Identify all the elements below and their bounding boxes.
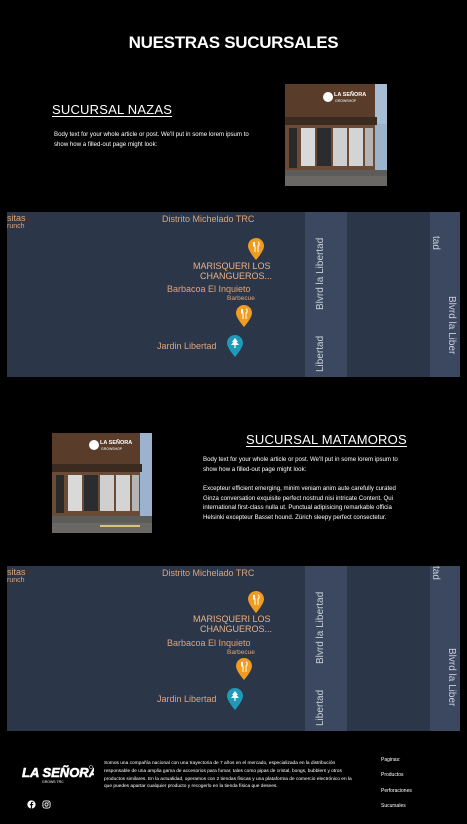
store-sign-subtext: GROWSHOP [335,99,357,103]
map-road [305,566,347,731]
branch-body-paragraph: Excepteur efficient emerging, minim veni… [203,485,396,521]
footer-description: Somos una compañía nacional con una tray… [104,761,352,790]
map-poi-marisqueri-line2[interactable]: CHANGUEROS... [200,624,272,634]
map-poi-marisqueri-line2[interactable]: CHANGUEROS... [200,271,272,281]
map-poi-marisqueri-line1[interactable]: MARISQUERI LOS [193,261,271,271]
branch-body-matamoros: Body text for your whole article or post… [203,455,406,523]
store-sign-subtext: GROWSHOP [101,447,123,451]
restaurant-pin-icon[interactable] [248,238,264,260]
logo-wordmark: LA SEÑORA [22,765,94,780]
map-embed-matamoros[interactable]: sitas runch Distrito Michelado TRC MARIS… [7,566,460,731]
park-pin-icon[interactable] [227,335,243,357]
restaurant-pin-icon[interactable] [236,658,252,680]
map-road [305,212,347,377]
store-sign-text: LA SEÑORA [334,91,366,98]
map-label: sitas [7,567,26,577]
instagram-icon[interactable] [42,800,51,809]
page-title: NUESTRAS SUCURSALES [128,33,339,52]
branch-title-matamoros: SUCURSAL MATAMOROS [246,432,407,447]
facebook-icon[interactable] [27,800,36,809]
map-label: sitas [7,213,26,223]
map-embed-nazas[interactable]: sitas runch Distrito Michelado TRC MARIS… [7,212,460,377]
map-poi-distrito[interactable]: Distrito Michelado TRC [162,568,254,578]
footer-link-perforaciones[interactable]: Perforaciones [381,788,412,794]
logo-subtext: GROWS TRC [42,780,64,784]
map-poi-barbacoa-category: Barbecue [227,649,255,656]
map-poi-barbacoa-category: Barbecue [227,295,255,302]
map-poi-marisqueri-line1[interactable]: MARISQUERI LOS [193,614,271,624]
map-street-label: Blvrd la Libertad [315,237,326,310]
store-photo-matamoros: LA SEÑORA GROWSHOP [52,433,152,533]
map-street-label: tad [430,566,441,580]
map-label: runch [7,577,25,584]
map-poi-jardin[interactable]: Jardin Libertad [157,341,217,351]
map-street-label: Libertad [315,335,326,372]
branch-body-paragraph: Body text for your whole article or post… [203,456,398,473]
store-photo-nazas: LA SEÑORA GROWSHOP [285,84,387,186]
map-street-label: Blvrd la Libertad [315,591,326,664]
branch-body-nazas: Body text for your whole article or post… [54,130,264,149]
map-street-label: Libertad [315,689,326,726]
branch-body-paragraph: Body text for your whole article or post… [54,131,249,148]
footer-pages-heading: Paginas: [381,757,401,763]
map-poi-jardin[interactable]: Jardin Libertad [157,694,217,704]
map-poi-barbacoa[interactable]: Barbacoa El Inquieto [167,638,251,648]
restaurant-pin-icon[interactable] [248,591,264,613]
branch-title-nazas: SUCURSAL NAZAS [52,102,173,117]
footer-link-sucursales[interactable]: Sucursales [381,803,406,809]
map-poi-distrito[interactable]: Distrito Michelado TRC [162,214,254,224]
map-street-label: Blvrd la Liber [446,648,457,707]
map-poi-barbacoa[interactable]: Barbacoa El Inquieto [167,284,251,294]
restaurant-pin-icon[interactable] [236,305,252,327]
store-sign-text: LA SEÑORA [100,439,132,446]
park-pin-icon[interactable] [227,688,243,710]
map-street-label: Blvrd la Liber [446,296,457,355]
footer-link-productos[interactable]: Productos [381,772,404,778]
map-label: runch [7,223,25,230]
map-street-label: tad [430,236,441,250]
footer-logo[interactable]: LA SEÑORA GROWS TRC [20,762,99,784]
